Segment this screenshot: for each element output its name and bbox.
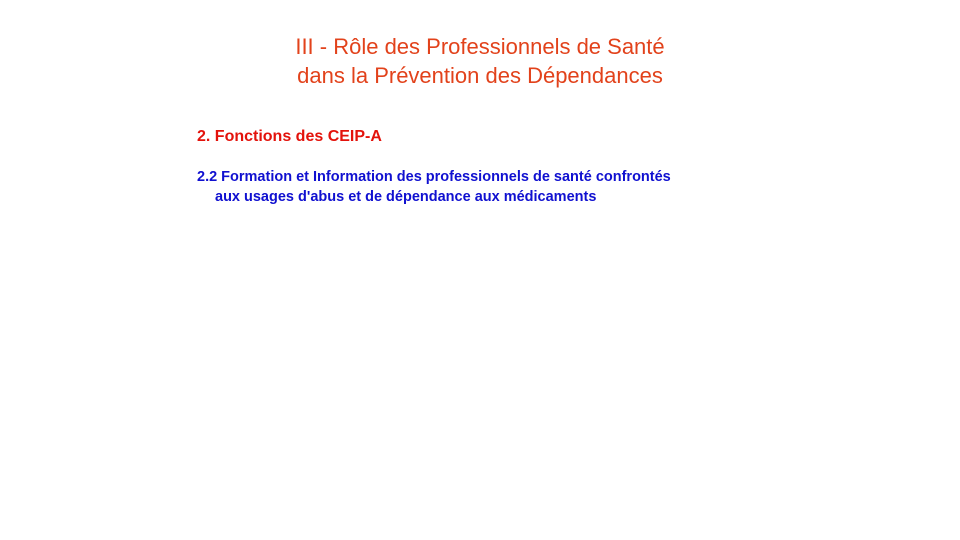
slide-title-line-2: dans la Prévention des Dépendances <box>297 63 663 88</box>
slide-title-line-1: III - Rôle des Professionnels de Santé <box>295 34 665 59</box>
subsection-line-2: aux usages d'abus et de dépendance aux m… <box>215 189 597 205</box>
section-heading: 2. Fonctions des CEIP-A <box>197 128 382 145</box>
subsection-line-1: 2.2 Formation et Information des profess… <box>197 169 671 185</box>
subsection-text: 2.2 Formation et Information des profess… <box>197 167 671 207</box>
slide: III - Rôle des Professionnels de Santé d… <box>0 0 960 540</box>
slide-title: III - Rôle des Professionnels de Santé d… <box>0 32 960 90</box>
